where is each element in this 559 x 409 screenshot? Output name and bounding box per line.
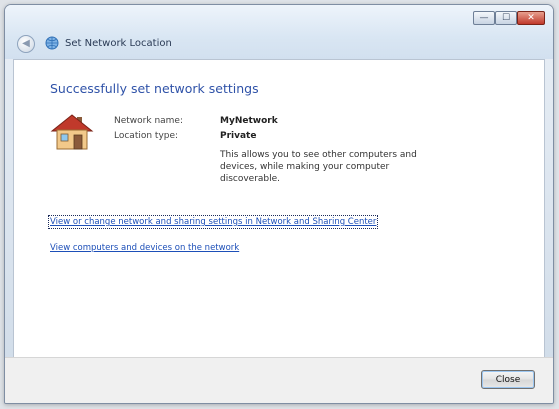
button-bar: Close (5, 357, 553, 403)
content-panel: Successfully set network settings Networ… (13, 59, 545, 359)
window-close-button[interactable]: ✕ (517, 11, 545, 25)
close-button[interactable]: Close (481, 370, 535, 389)
back-button[interactable]: ◀ (17, 35, 35, 53)
network-globe-icon (45, 36, 59, 50)
location-description: This allows you to see other computers a… (220, 150, 417, 184)
dialog-window: — ☐ ✕ ◀ Set Network Location Successfull… (4, 4, 554, 404)
minimize-icon: — (479, 13, 489, 23)
house-icon (50, 114, 94, 150)
close-icon: ✕ (527, 13, 535, 23)
maximize-icon: ☐ (501, 13, 511, 23)
network-sharing-center-link[interactable]: View or change network and sharing setti… (47, 215, 379, 229)
page-heading: Successfully set network settings (50, 81, 259, 96)
maximize-button[interactable]: ☐ (495, 11, 517, 25)
network-name-value: MyNetwork (220, 116, 278, 126)
minimize-button[interactable]: — (473, 11, 495, 25)
network-name-label: Network name: (114, 116, 183, 126)
view-network-devices-link[interactable]: View computers and devices on the networ… (50, 243, 239, 253)
window-title: Set Network Location (65, 38, 172, 49)
location-type-value: Private (220, 131, 257, 141)
location-type-label: Location type: (114, 131, 179, 141)
back-arrow-icon: ◀ (22, 38, 30, 49)
title-bar[interactable]: — ☐ ✕ ◀ Set Network Location (5, 5, 553, 59)
